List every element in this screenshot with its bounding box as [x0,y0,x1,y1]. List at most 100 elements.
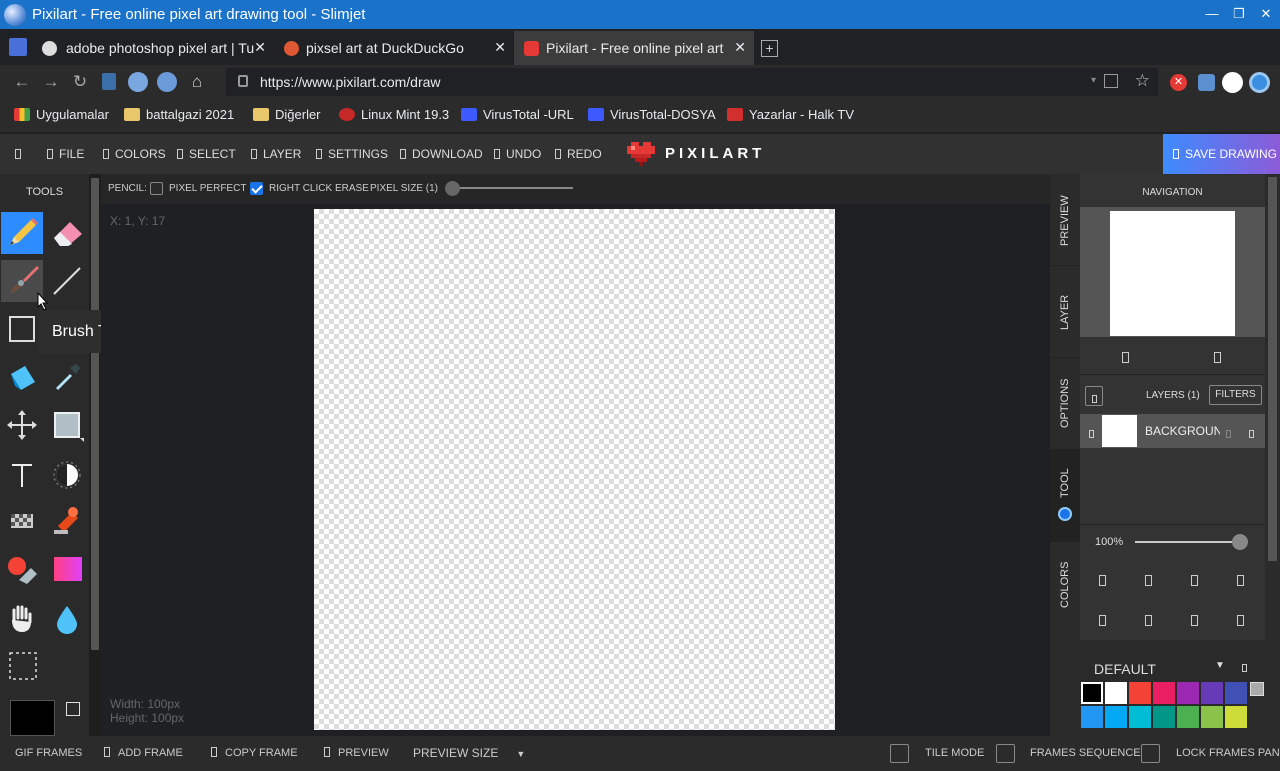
hamburger-menu-icon[interactable] [15,147,27,161]
menu-layer[interactable]: LAYER [251,147,301,161]
panel-tool-7-icon[interactable] [1191,613,1198,631]
palette-swatch[interactable] [1225,706,1247,728]
line-tool[interactable] [46,260,88,302]
palette-swatch[interactable] [1153,706,1175,728]
menu-download[interactable]: DOWNLOAD [400,147,483,161]
menu-undo[interactable]: UNDO [494,147,541,161]
tile-mode-checkbox[interactable] [890,744,909,763]
palette-options-icon[interactable] [1242,659,1247,677]
palette-swatch[interactable] [1177,706,1199,728]
restore-icon[interactable]: ❐ [1230,5,1248,23]
tab-tool[interactable]: TOOL [1050,450,1080,542]
gradient-tool[interactable] [46,548,88,590]
adblock-icon[interactable]: ✕ [1170,74,1187,91]
layer-visibility-icon[interactable] [1089,425,1094,443]
extension-icon[interactable] [128,72,148,92]
move-tool[interactable] [1,404,43,446]
palette-swatch[interactable] [1081,682,1103,704]
menu-file[interactable]: FILE [47,147,84,161]
menu-select[interactable]: SELECT [177,147,236,161]
right-panel-scrollbar[interactable] [1265,174,1280,736]
menu-settings[interactable]: SETTINGS [316,147,388,161]
navigation-thumbnail[interactable] [1110,211,1235,336]
color-replace-tool[interactable] [1,548,43,590]
preview-size-select[interactable]: PREVIEW SIZE ▼ [413,746,525,760]
tab-options[interactable]: OPTIONS [1050,358,1080,450]
star-icon[interactable]: ☆ [1135,71,1150,91]
omnibox[interactable]: https://www.pixilart.com/draw ▾ ☆ [226,68,1158,96]
gif-frames-label[interactable]: GIF FRAMES [15,747,82,759]
palette-swatch[interactable] [1129,706,1151,728]
bookmark-virustotal-dosya[interactable]: VirusTotal-DOSYA [588,107,716,122]
dither-tool[interactable] [46,454,88,496]
tab-colors[interactable]: COLORS [1050,542,1080,634]
bookmark-apps[interactable]: Uygulamalar [14,107,109,122]
rectangle-tool[interactable] [1,308,43,350]
panel-tool-2-icon[interactable] [1145,573,1152,591]
frames-sequence-checkbox[interactable] [996,744,1015,763]
layer-name[interactable]: BACKGROUND [1145,424,1220,438]
pixel-size-slider-track[interactable] [451,187,573,189]
qr-icon[interactable] [1104,74,1118,88]
hand-tool[interactable] [1,598,43,640]
text-tool[interactable] [1,454,43,496]
select-tool[interactable] [1,644,43,686]
lock-frames-checkbox[interactable] [1141,744,1160,763]
eraser-tool[interactable] [46,212,88,254]
zoom-slider-track[interactable] [1135,541,1241,543]
nav-zoom-in-icon[interactable] [1214,350,1221,368]
save-drawing-button[interactable]: SAVE DRAWING [1163,134,1280,174]
menu-redo[interactable]: REDO [555,147,602,161]
panel-tool-5-icon[interactable] [1099,613,1106,631]
fill-bucket-tool[interactable] [1,356,43,398]
copy-frame-button[interactable]: COPY FRAME [211,747,298,759]
palette-swatch[interactable] [1081,706,1103,728]
close-tab-icon[interactable]: ✕ [734,39,746,56]
profile-icon[interactable] [1222,72,1243,93]
palette-swatch[interactable] [1201,706,1223,728]
translate-icon[interactable] [9,38,27,56]
right-click-erase-checkbox[interactable] [250,182,263,195]
palette-dropdown-icon[interactable]: ▼ [1215,660,1225,671]
layer-row-background[interactable]: BACKGROUND [1080,414,1265,448]
add-layer-button[interactable] [1085,386,1103,406]
speed-dial-icon[interactable] [157,72,177,92]
tools-scrollbar[interactable] [89,174,101,736]
drawing-canvas[interactable] [314,209,835,730]
palette-swatch[interactable] [1177,682,1199,704]
palette-swatch[interactable] [1105,682,1127,704]
new-tab-icon[interactable]: + [761,40,778,57]
bookmark-digerler[interactable]: Diğerler [253,107,321,122]
stamp-tool[interactable] [46,500,88,542]
panel-tool-3-icon[interactable] [1191,573,1198,591]
home-icon[interactable]: ⌂ [187,72,207,92]
palette-swatch[interactable] [1225,682,1247,704]
url-text[interactable]: https://www.pixilart.com/draw [260,74,441,90]
pixel-size-slider-thumb[interactable] [445,181,460,196]
bookmark-virustotal-url[interactable]: VirusTotal -URL [461,107,574,122]
layer-lock-icon[interactable] [1226,425,1231,443]
add-frame-button[interactable]: ADD FRAME [104,747,183,759]
bookmark-linux-mint[interactable]: Linux Mint 19.3 [339,107,449,122]
primary-color-swatch[interactable] [10,700,55,736]
eyedropper-tool[interactable] [46,356,88,398]
filters-button[interactable]: FILTERS [1209,385,1262,405]
swap-colors-icon[interactable] [66,702,80,716]
close-tab-icon[interactable]: ✕ [254,39,266,56]
palette-add-swatch[interactable] [1250,682,1264,696]
palette-swatch[interactable] [1201,682,1223,704]
tab-photoshop[interactable]: adobe photoshop pixel art | Tu ✕ [34,31,274,65]
panel-tool-4-icon[interactable] [1237,573,1244,591]
settings-gear-icon[interactable] [1249,72,1270,93]
bookmark-battalgazi[interactable]: battalgazi 2021 [124,107,234,122]
tab-pixilart[interactable]: Pixilart - Free online pixel art dr ✕ [514,31,754,65]
reload-icon[interactable]: ↻ [70,72,90,92]
preview-button[interactable]: PREVIEW [324,747,389,759]
palette-swatch[interactable] [1153,682,1175,704]
nav-zoom-out-icon[interactable] [1122,350,1129,368]
dither-pattern-tool[interactable] [1,500,43,542]
panel-tool-1-icon[interactable] [1099,573,1106,591]
palette-swatch[interactable] [1105,706,1127,728]
tab-preview[interactable]: PREVIEW [1050,174,1080,266]
dropdown-arrow-icon[interactable]: ▾ [1091,75,1096,86]
